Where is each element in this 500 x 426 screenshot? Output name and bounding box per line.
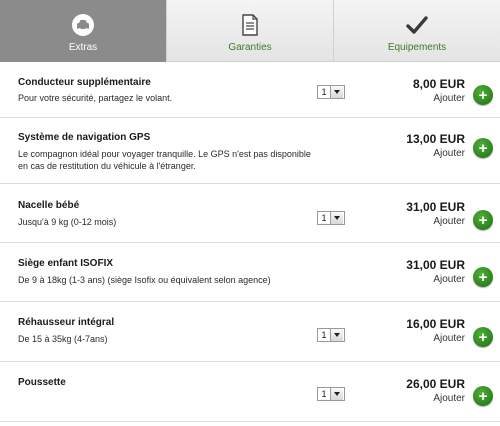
chevron-down-icon xyxy=(330,212,343,224)
list-item: Nacelle bébé Jusqu'à 9 kg (0-12 mois) 1 … xyxy=(0,184,500,243)
quantity-select[interactable]: 1 xyxy=(317,387,345,401)
item-price: 13,00 EUR xyxy=(406,132,465,146)
item-price: 16,00 EUR xyxy=(406,317,465,331)
tab-label: Extras xyxy=(68,42,98,53)
plus-icon: + xyxy=(478,387,488,405)
quantity-select[interactable]: 1 xyxy=(317,328,345,342)
document-icon xyxy=(237,12,263,38)
list-item: Siège enfant ISOFIX De 9 à 18kg (1-3 ans… xyxy=(0,243,500,302)
item-description: Le compagnon idéal pour voyager tranquil… xyxy=(18,149,311,171)
plus-icon: + xyxy=(478,211,488,229)
item-title: Réhausseur intégral xyxy=(18,317,115,328)
plus-icon: + xyxy=(478,86,488,104)
item-price: 31,00 EUR xyxy=(406,200,465,214)
item-description: Pour votre sécurité, partagez le volant. xyxy=(18,93,173,103)
item-price: 31,00 EUR xyxy=(406,258,465,272)
tab-garanties[interactable]: Garanties xyxy=(167,0,334,62)
item-title: Poussette xyxy=(18,377,66,388)
quantity-value: 1 xyxy=(321,389,327,399)
tab-label: Equipements xyxy=(387,42,447,53)
add-button[interactable]: + xyxy=(473,267,493,287)
quantity-value: 1 xyxy=(321,213,327,223)
item-title: Siège enfant ISOFIX xyxy=(18,258,114,269)
plus-icon: + xyxy=(478,139,488,157)
add-label[interactable]: Ajouter xyxy=(433,274,465,285)
item-description: Jusqu'à 9 kg (0-12 mois) xyxy=(18,217,117,227)
add-label[interactable]: Ajouter xyxy=(433,333,465,344)
checkmark-icon xyxy=(404,12,430,38)
chevron-down-icon xyxy=(330,388,343,400)
tab-label: Garanties xyxy=(228,42,272,53)
add-button[interactable]: + xyxy=(473,85,493,105)
list-item: Conducteur supplémentaire Pour votre séc… xyxy=(0,62,500,118)
tab-bar: Extras Garanties Equipements xyxy=(0,0,500,62)
add-label[interactable]: Ajouter xyxy=(433,93,465,104)
quantity-select[interactable]: 1 xyxy=(317,85,345,99)
item-description: De 15 à 35kg (4-7ans) xyxy=(18,334,108,344)
add-button[interactable]: + xyxy=(473,327,493,347)
item-title: Système de navigation GPS xyxy=(18,132,151,143)
chevron-down-icon xyxy=(330,86,343,98)
add-button[interactable]: + xyxy=(473,210,493,230)
extras-list: Conducteur supplémentaire Pour votre séc… xyxy=(0,62,500,422)
list-item: Réhausseur intégral De 15 à 35kg (4-7ans… xyxy=(0,302,500,362)
list-item: Système de navigation GPS Le compagnon i… xyxy=(0,118,500,184)
add-label[interactable]: Ajouter xyxy=(433,216,465,227)
chevron-down-icon xyxy=(330,329,343,341)
add-label[interactable]: Ajouter xyxy=(433,148,465,159)
plus-icon: + xyxy=(478,268,488,286)
item-price: 8,00 EUR xyxy=(412,77,465,91)
add-label[interactable]: Ajouter xyxy=(433,393,465,404)
add-button[interactable]: + xyxy=(473,386,493,406)
quantity-value: 1 xyxy=(321,330,327,340)
quantity-select[interactable]: 1 xyxy=(317,211,345,225)
item-price: 26,00 EUR xyxy=(406,377,465,391)
tab-extras[interactable]: Extras xyxy=(0,0,167,62)
tab-equipements[interactable]: Equipements xyxy=(334,0,500,62)
item-description: De 9 à 18kg (1-3 ans) (siège Isofix ou é… xyxy=(18,275,271,285)
plus-icon: + xyxy=(478,328,488,346)
list-item: Poussette 1 26,00 EUR Ajouter + xyxy=(0,362,500,422)
car-icon xyxy=(70,12,96,38)
quantity-value: 1 xyxy=(321,87,327,97)
item-title: Nacelle bébé xyxy=(18,200,80,211)
add-button[interactable]: + xyxy=(473,138,493,158)
item-title: Conducteur supplémentaire xyxy=(18,77,151,88)
